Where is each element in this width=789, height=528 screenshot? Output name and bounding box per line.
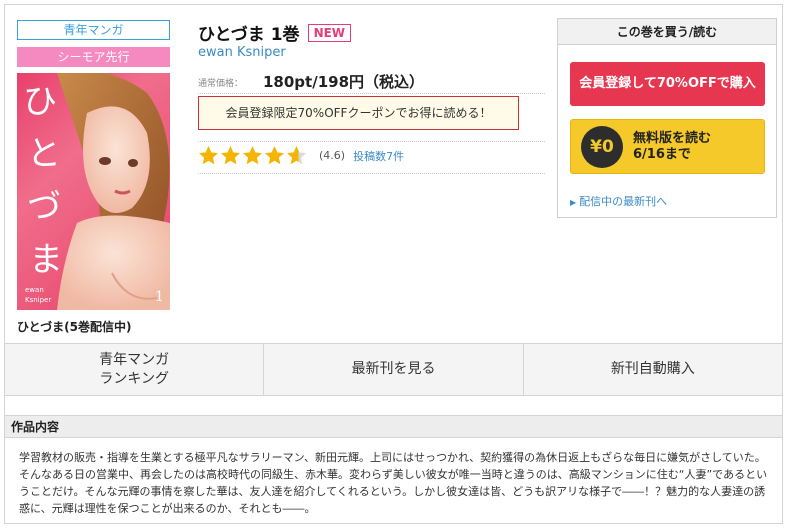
- latest-volume-label: 最新刊を見る: [351, 361, 436, 377]
- buy-box: この巻を買う/読む 会員登録して70%OFFで購入 ¥0 無料版を読む 6/16…: [557, 18, 777, 218]
- cover-title-hi: ひ: [23, 82, 57, 122]
- cover-title-du: づ: [27, 187, 61, 227]
- auto-purchase-label: 新刊自動購入: [610, 361, 695, 377]
- free-read-line1: 無料版を読む: [633, 130, 712, 146]
- review-count-link[interactable]: 投稿数7件: [353, 148, 404, 164]
- star-icon: [199, 146, 218, 165]
- cover-art: ひ と づ ま ewan Ksniper 1: [23, 73, 170, 310]
- genre-ranking-button[interactable]: 青年マンガ ランキング: [5, 344, 265, 395]
- title-row: ひとづま 1巻 NEW: [198, 20, 352, 45]
- free-read-label: 無料版を読む 6/16まで: [633, 131, 711, 163]
- member-purchase-button[interactable]: 会員登録して70%OFFで購入: [570, 62, 765, 106]
- series-label[interactable]: ひとづま(5巻配信中): [17, 318, 131, 335]
- free-read-line2: 6/16まで: [633, 146, 691, 162]
- divider: [198, 173, 545, 174]
- latest-volume-button[interactable]: 最新刊を見る: [264, 344, 524, 395]
- yen-zero-icon: ¥0: [581, 125, 623, 168]
- genre-ranking-line1: 青年マンガ: [99, 351, 170, 368]
- coupon-banner[interactable]: 会員登録限定70%OFFクーポンでお得に読める！: [198, 96, 519, 130]
- cover-title-to: と: [27, 134, 61, 174]
- genre-ranking-line2: ランキング: [99, 370, 169, 387]
- star-icon: [287, 146, 306, 165]
- divider: [198, 93, 545, 94]
- rating-value: (4.6): [319, 149, 346, 162]
- product-panel: 青年マンガ シーモア先行 ひ と づ ま ewan Ksniper 1 ひとづま…: [4, 4, 783, 524]
- cover-title-ma: ま: [29, 240, 63, 280]
- description-text: 学習教材の販売・指導を生業とする極平凡なサラリーマン、新田元輝。上司にはせっつか…: [19, 451, 768, 515]
- book-title: ひとづま 1巻: [198, 25, 300, 45]
- star-icon: [265, 146, 284, 165]
- cover-credit-bottom: Ksniper: [25, 296, 51, 304]
- latest-volume-link[interactable]: 配信中の最新刊へ: [570, 193, 667, 209]
- author-link[interactable]: ewan Ksniper: [198, 45, 286, 60]
- star-icon: [221, 146, 240, 165]
- star-rating: [198, 145, 307, 166]
- description-header: 作品内容: [5, 415, 782, 438]
- star-icon: [243, 146, 262, 165]
- cover-image[interactable]: ひ と づ ま ewan Ksniper 1: [17, 73, 170, 310]
- cover-volume-number: 1: [155, 289, 164, 305]
- genre-badge[interactable]: 青年マンガ: [17, 20, 170, 40]
- action-bar: 青年マンガ ランキング 最新刊を見る 新刊自動購入: [5, 343, 782, 396]
- price-label: 通常価格：: [198, 79, 244, 89]
- price: 180pt/198円（税込）: [263, 73, 425, 91]
- buy-box-header: この巻を買う/読む: [558, 19, 776, 45]
- new-badge: NEW: [307, 23, 352, 42]
- divider: [198, 141, 545, 142]
- rating-row: (4.6) 投稿数7件: [198, 145, 404, 166]
- cover-credit-top: ewan: [25, 286, 44, 294]
- free-read-button[interactable]: ¥0 無料版を読む 6/16まで: [570, 119, 765, 174]
- auto-purchase-button[interactable]: 新刊自動購入: [524, 344, 782, 395]
- early-release-badge: シーモア先行: [17, 47, 170, 67]
